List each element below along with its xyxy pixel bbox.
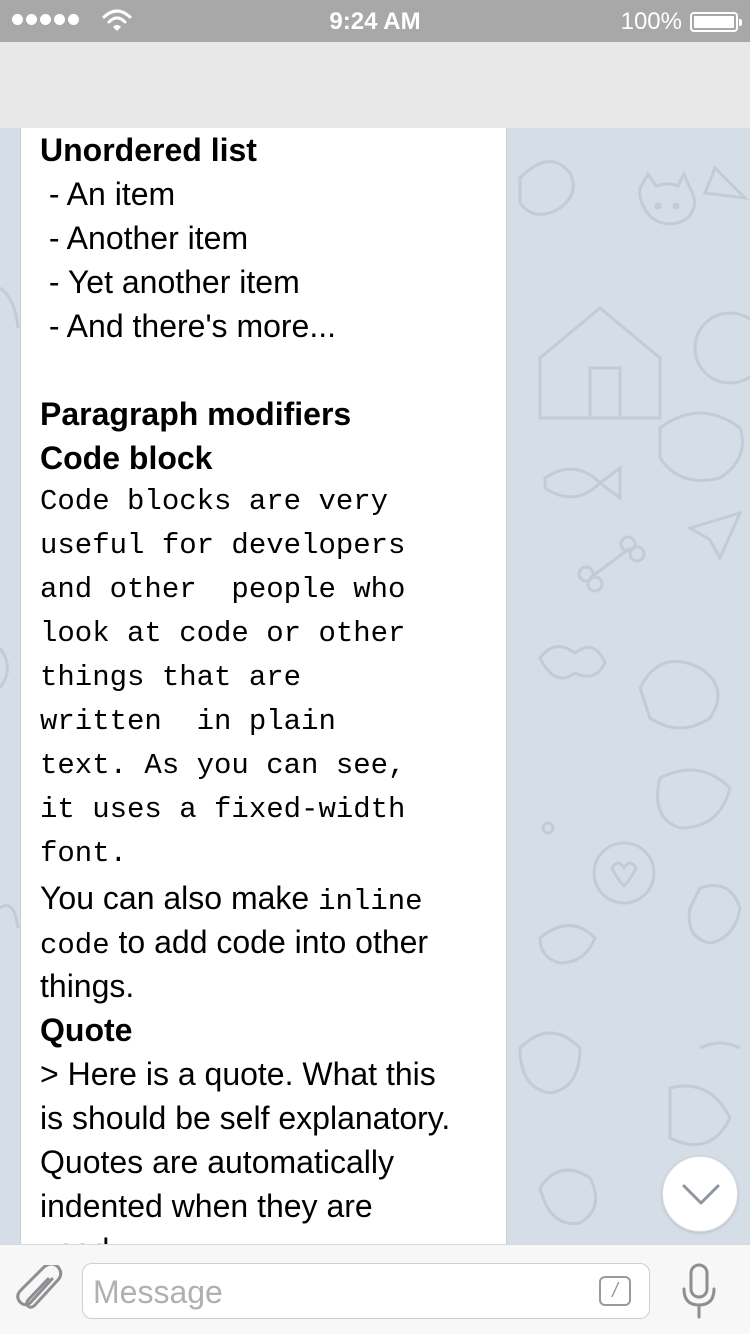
scroll-to-bottom-button[interactable]	[662, 1156, 738, 1232]
battery-icon	[690, 12, 742, 32]
slash-command-icon[interactable]: /	[599, 1276, 631, 1306]
message-text: Unordered list - An item - Another item …	[40, 128, 495, 1244]
chevron-down-icon	[682, 1184, 720, 1205]
microphone-icon[interactable]	[680, 1263, 718, 1321]
message-line: - Another item	[40, 220, 249, 256]
message-line: and other people who	[40, 573, 406, 606]
message-line: Quotes are automatically	[40, 1144, 394, 1180]
message-line: Code block	[40, 440, 213, 476]
message-line: font.	[40, 837, 128, 870]
message-line: it uses a fixed-width	[40, 793, 406, 826]
message-line: written in plain	[40, 705, 336, 738]
message-line: is should be self explanatory.	[40, 1100, 451, 1136]
chat-header	[0, 42, 750, 128]
inline-code: code	[40, 929, 110, 962]
message-line: You can also make inline	[40, 880, 423, 918]
message-line: look at code or other	[40, 617, 406, 650]
message-line: - An item	[40, 176, 176, 212]
battery-percentage: 100%	[620, 8, 682, 35]
paperclip-icon[interactable]	[16, 1265, 64, 1317]
message-line: indented when they are	[40, 1188, 373, 1224]
message-line: things that are	[40, 661, 302, 694]
message-line: useful for developers	[40, 529, 406, 562]
message-line	[40, 348, 495, 392]
message-line: Paragraph modifiers	[40, 396, 352, 432]
message-input[interactable]	[93, 1272, 583, 1312]
inline-code: inline	[318, 885, 423, 918]
message-line: > Here is a quote. What this	[40, 1056, 436, 1092]
message-bubble: Unordered list - An item - Another item …	[20, 128, 507, 1244]
message-line: used.	[40, 1228, 495, 1244]
message-line: code to add code into other	[40, 924, 429, 962]
message-line: Code blocks are very	[40, 485, 389, 518]
message-line: Quote	[40, 1012, 133, 1048]
message-line: - Yet another item	[40, 264, 300, 300]
message-input-bar: /	[0, 1244, 750, 1334]
message-line: Unordered list	[40, 132, 257, 168]
message-line: text. As you can see,	[40, 749, 406, 782]
message-line: things.	[40, 968, 135, 1004]
message-input-container[interactable]: /	[82, 1263, 650, 1319]
message-line: - And there's more...	[40, 308, 337, 344]
status-bar: 9:24 AM 100%	[0, 0, 750, 42]
